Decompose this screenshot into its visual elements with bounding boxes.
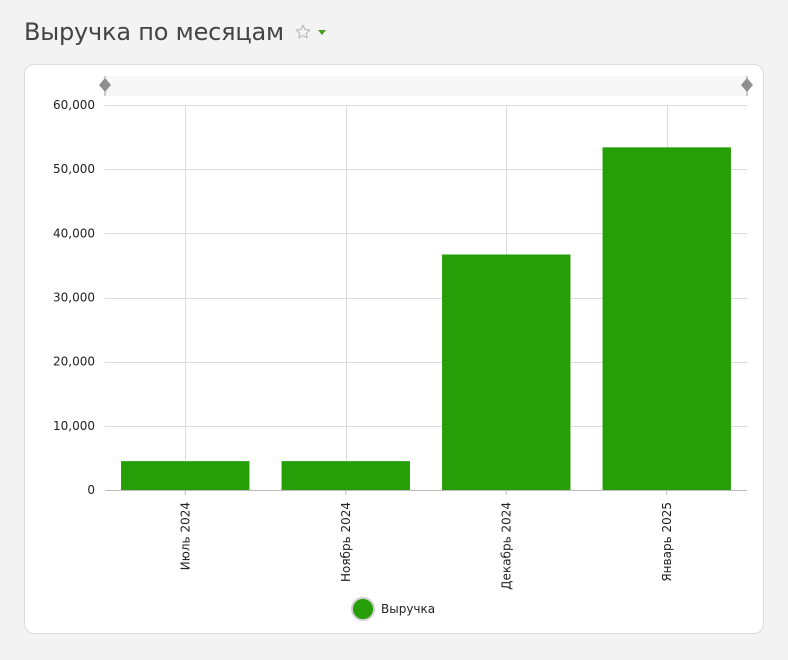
header: Выручка по месяцам	[24, 14, 326, 50]
bar[interactable]	[602, 147, 731, 490]
star-icon[interactable]	[294, 23, 312, 41]
legend-label: Выручка	[381, 602, 436, 616]
caret-down-icon[interactable]	[317, 29, 326, 35]
bar[interactable]	[442, 254, 571, 490]
legend-swatch	[351, 597, 375, 621]
x-tick-label: Июль 2024	[178, 502, 192, 570]
bar[interactable]	[281, 461, 410, 490]
x-tick-label: Декабрь 2024	[499, 502, 513, 590]
y-axis: 0 10,000 20,000 30,000 40,000 50,000 60,000	[53, 98, 95, 497]
y-tick-label: 60,000	[53, 98, 95, 112]
chart-bars	[121, 147, 731, 490]
y-tick-label: 10,000	[53, 419, 95, 433]
legend-item[interactable]: Выручка	[351, 597, 435, 621]
y-tick-label: 50,000	[53, 162, 95, 176]
y-tick-label: 30,000	[53, 291, 95, 305]
y-tick-label: 40,000	[53, 226, 95, 240]
y-tick-label: 20,000	[53, 355, 95, 369]
x-axis: Июль 2024 Ноябрь 2024 Декабрь 2024 Январь 2…	[178, 490, 674, 590]
bar-chart: 0 10,000 20,000 30,000 40,000 50,000 60,000 Ию…	[53, 76, 753, 590]
page-title: Выручка по месяцам	[24, 18, 284, 46]
x-tick-label: Январь 2025	[660, 502, 674, 582]
range-slider[interactable]	[99, 76, 753, 96]
chart-card: 0 10,000 20,000 30,000 40,000 50,000 60,000 Ию…	[24, 64, 764, 634]
x-tick-label: Ноябрь 2024	[339, 502, 353, 582]
range-slider-track[interactable]	[105, 76, 747, 96]
bar[interactable]	[121, 461, 250, 490]
y-tick-label: 0	[87, 483, 95, 497]
